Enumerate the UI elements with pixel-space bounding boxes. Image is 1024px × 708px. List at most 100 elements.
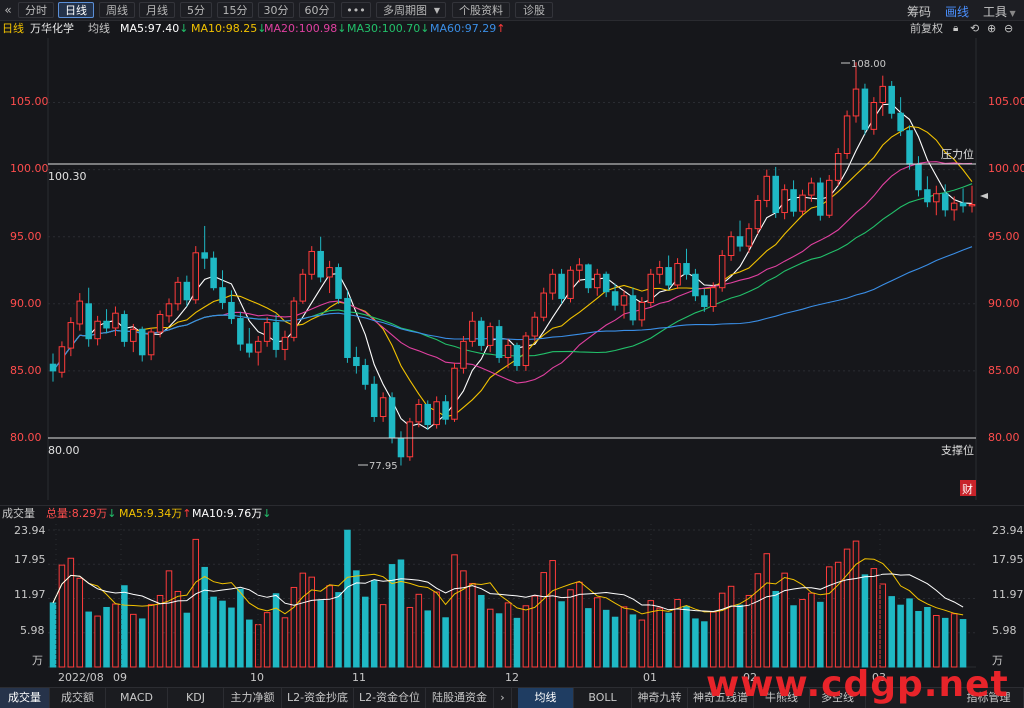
- cursor-arrow-icon[interactable]: [980, 193, 988, 199]
- candle-body: [879, 85, 887, 103]
- candle-body: [246, 343, 253, 353]
- candle-body: [915, 163, 922, 191]
- candle-body: [237, 318, 244, 345]
- candle-body: [112, 312, 119, 329]
- chevron-right-icon[interactable]: ›: [494, 688, 512, 708]
- month-label: 11: [352, 671, 366, 684]
- candle-body: [58, 346, 66, 373]
- low-value: 77.95: [369, 461, 398, 472]
- volume-bar: [870, 568, 878, 668]
- volume-bar: [906, 598, 913, 668]
- candle-body: [576, 264, 583, 271]
- candle-body: [130, 328, 137, 342]
- volume-bar: [353, 570, 360, 668]
- volume-bar: [629, 614, 637, 668]
- candle-body: [513, 344, 521, 367]
- volume-bar: [683, 605, 690, 668]
- candle-body: [593, 273, 601, 289]
- volume-ma10-text: MA10:9.76万: [192, 507, 263, 520]
- candle-body: [611, 291, 619, 306]
- volume-bar: [799, 598, 806, 668]
- volume-title[interactable]: 成交量: [2, 506, 35, 522]
- high-value: 108.00: [851, 59, 886, 70]
- candle-body: [281, 336, 289, 350]
- volume-bar: [763, 553, 771, 668]
- volume-tick: 11.97: [14, 588, 46, 601]
- candle-body: [683, 263, 690, 275]
- volume-bar: [558, 601, 565, 668]
- candle-body: [326, 267, 333, 278]
- volume-tick: 23.94: [992, 524, 1024, 537]
- tab-kdj[interactable]: KDJ: [168, 688, 224, 708]
- candlesticks: [49, 62, 976, 466]
- volume-bar: [94, 615, 101, 668]
- tab-macd[interactable]: MACD: [106, 688, 168, 708]
- volume-bar: [522, 605, 530, 668]
- arrow-up-icon: ↑: [182, 507, 192, 520]
- volume-bar: [879, 583, 887, 668]
- candle-body: [121, 314, 128, 342]
- volume-tick: 5.98: [992, 624, 1017, 637]
- tab-turnover[interactable]: 成交额: [50, 688, 106, 708]
- tab-l2-bottom[interactable]: L2-资金抄底: [282, 688, 354, 708]
- volume-bar: [397, 559, 405, 668]
- volume-bar: [263, 612, 271, 668]
- tab-volume[interactable]: 成交量: [0, 688, 50, 708]
- volume-bar: [531, 595, 539, 668]
- volume-bar: [852, 540, 860, 668]
- candle-body: [933, 193, 940, 203]
- volume-bar: [147, 604, 155, 668]
- volume-bar: [611, 616, 619, 668]
- month-label: 10: [250, 671, 264, 684]
- volume-bar: [808, 592, 815, 668]
- arrow-down-icon: ↓: [107, 507, 117, 520]
- volume-bar: [451, 554, 458, 668]
- tab-hk-connect[interactable]: 陆股通资金: [426, 688, 494, 708]
- candle-body: [522, 335, 530, 367]
- candle-body: [433, 401, 440, 426]
- volume-bar: [335, 592, 342, 668]
- volume-bar: [825, 566, 833, 668]
- month-label: 12: [505, 671, 519, 684]
- tab-ma[interactable]: 均线: [518, 688, 574, 708]
- volume-bar: [647, 600, 655, 668]
- candle-body: [968, 203, 976, 207]
- volume-bar: [121, 585, 128, 668]
- candle-body: [362, 365, 369, 385]
- tab-l2-position[interactable]: L2-资金仓位: [354, 688, 426, 708]
- candle-body: [745, 228, 753, 247]
- candle-body: [254, 340, 262, 353]
- volume-bar: [201, 566, 208, 668]
- volume-bar: [924, 606, 931, 668]
- candle-body: [701, 295, 708, 307]
- volume-bar: [469, 582, 476, 668]
- candle-body: [451, 367, 458, 420]
- candle-body: [504, 344, 512, 358]
- candle-body: [852, 88, 860, 117]
- candle-body: [718, 254, 726, 289]
- volume-bar: [959, 619, 967, 668]
- volume-tick: 17.95: [992, 553, 1024, 566]
- volume-total-text: 总量:8.29万: [46, 507, 108, 520]
- price-chart[interactable]: 100.30 压力位 80.00 支撑位 108.00 77.95 财 2022…: [0, 0, 1024, 707]
- month-label: 01: [643, 671, 657, 684]
- tab-main-net[interactable]: 主力净额: [224, 688, 282, 708]
- volume-bar: [656, 607, 663, 668]
- volume-ma5-text: MA5:9.34万: [119, 507, 183, 520]
- ma-lines: [52, 103, 973, 430]
- volume-bar: [370, 580, 378, 668]
- volume-bar: [701, 621, 708, 668]
- candle-body: [531, 316, 539, 337]
- financial-badge-text: 财: [962, 482, 973, 496]
- candle-body: [460, 340, 467, 369]
- volume-bar: [174, 590, 182, 668]
- volume-bar: [602, 609, 610, 668]
- volume-tick: 11.97: [992, 588, 1024, 601]
- volume-bar: [165, 570, 173, 668]
- tab-magic-nine[interactable]: 神奇九转: [632, 688, 688, 708]
- volume-bar: [585, 608, 592, 668]
- tab-boll[interactable]: BOLL: [574, 688, 632, 708]
- resistance-value: 100.30: [48, 170, 87, 183]
- candle-body: [469, 320, 476, 342]
- candle-body: [219, 287, 226, 303]
